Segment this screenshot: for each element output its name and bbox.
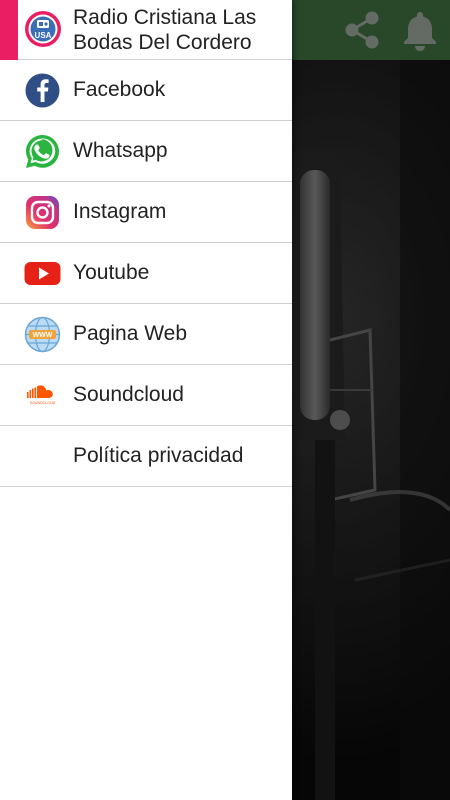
drawer-scrim[interactable] <box>292 0 450 800</box>
radio-usa-logo-icon: USA <box>25 11 61 47</box>
svg-text:SOUNDCLOUD: SOUNDCLOUD <box>30 401 56 405</box>
whatsapp-icon <box>26 135 59 168</box>
menu-item-soundcloud[interactable]: SOUNDCLOUD Soundcloud <box>0 365 292 426</box>
instagram-icon <box>26 196 59 229</box>
header-accent-bar <box>0 0 18 60</box>
menu-item-politica-privacidad[interactable]: Política privacidad <box>0 426 292 487</box>
menu-item-facebook[interactable]: Facebook <box>0 60 292 121</box>
menu-item-label: Soundcloud <box>73 383 184 406</box>
menu-item-label: Instagram <box>73 200 167 223</box>
svg-text:WWW: WWW <box>33 332 53 339</box>
menu-item-youtube[interactable]: Youtube <box>0 243 292 304</box>
youtube-icon <box>24 262 61 285</box>
menu-item-whatsapp[interactable]: Whatsapp <box>0 121 292 182</box>
logo-text: USA <box>35 31 52 40</box>
menu-item-label: Youtube <box>73 261 150 284</box>
menu-item-pagina-web[interactable]: WWW Pagina Web <box>0 304 292 365</box>
menu-item-instagram[interactable]: Instagram <box>0 182 292 243</box>
menu-item-label: Whatsapp <box>73 139 168 162</box>
drawer-header: USA Radio Cristiana Las Bodas Del Corder… <box>0 0 292 60</box>
menu-item-label: Política privacidad <box>73 444 244 467</box>
menu-item-label: Pagina Web <box>73 322 188 345</box>
drawer-title: Radio Cristiana Las Bodas Del Cordero <box>73 6 257 54</box>
soundcloud-icon: SOUNDCLOUD <box>24 383 61 408</box>
globe-www-icon: WWW <box>24 316 61 353</box>
navigation-drawer: USA Radio Cristiana Las Bodas Del Corder… <box>0 0 292 800</box>
menu-item-label: Facebook <box>73 78 166 101</box>
facebook-icon <box>25 73 60 108</box>
